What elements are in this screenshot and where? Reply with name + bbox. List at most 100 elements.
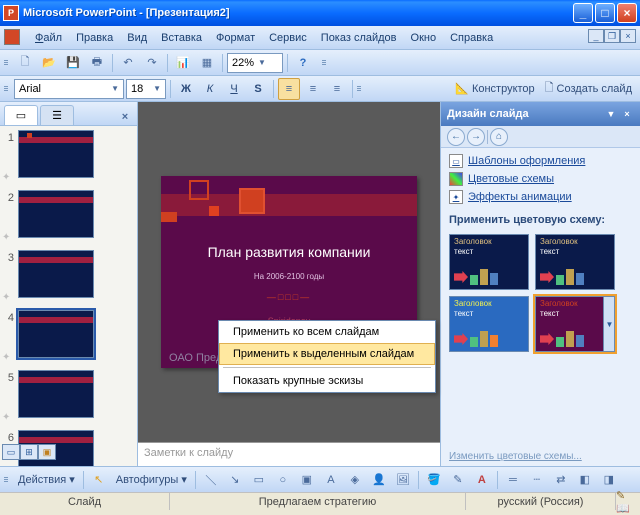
normal-view-button[interactable]: ▭ (2, 444, 20, 460)
italic-button[interactable]: К (199, 78, 221, 100)
slide-subtitle[interactable]: На 2006-2100 годы (161, 272, 417, 281)
scheme-dropdown-icon[interactable]: ▼ (603, 297, 615, 351)
wordart-icon[interactable]: A (320, 469, 342, 491)
color-scheme-1[interactable]: Заголовоктекст (449, 234, 529, 290)
pointer-icon[interactable]: ↖ (88, 469, 110, 491)
toolbar-handle-2[interactable] (322, 53, 328, 73)
color-scheme-2[interactable]: Заголовоктекст (535, 234, 615, 290)
notes-pane[interactable]: Заметки к слайду (138, 442, 440, 466)
actions-menu[interactable]: Действия ▾ (14, 469, 79, 491)
menu-tools[interactable]: Сервис (262, 29, 314, 47)
zoom-combo[interactable]: 22%▼ (227, 53, 283, 73)
toolbar-handle-3[interactable] (4, 79, 10, 99)
maximize-button[interactable]: □ (595, 3, 615, 23)
dash-style-icon[interactable]: ┄ (526, 469, 548, 491)
align-left-button[interactable]: ≡ (278, 78, 300, 100)
taskpane-close-button[interactable]: × (620, 107, 634, 121)
view-buttons: ▭ ⊞ ▣ (2, 444, 56, 460)
new-slide-button[interactable]: 🗋 Создать слайд (541, 78, 636, 100)
thumb-number: 1 (2, 130, 14, 144)
font-color-icon[interactable]: A (471, 469, 493, 491)
table-icon[interactable]: ▦ (196, 52, 218, 74)
print-icon[interactable]: 🖶 (86, 52, 108, 74)
outline-tab[interactable]: ☰ (40, 105, 74, 125)
doc-close-button[interactable]: × (620, 29, 636, 43)
close-button[interactable]: × (617, 3, 637, 23)
doc-icon[interactable] (4, 29, 20, 45)
slide-thumb-3[interactable] (18, 250, 94, 298)
menu-insert[interactable]: Вставка (154, 29, 209, 47)
shadow-button[interactable]: S (247, 78, 269, 100)
fill-color-icon[interactable]: 🪣 (423, 469, 445, 491)
menu-large-thumbs[interactable]: Показать крупные эскизы (219, 370, 435, 392)
oval-icon[interactable]: ○ (272, 469, 294, 491)
rectangle-icon[interactable]: ▭ (248, 469, 270, 491)
menu-apply-selected[interactable]: Применить к выделенным слайдам (219, 343, 435, 365)
slide-thumb-1[interactable] (18, 130, 94, 178)
link-color-schemes[interactable]: Цветовые схемы (449, 172, 632, 186)
menu-apply-all[interactable]: Применить ко всем слайдам (219, 321, 435, 343)
toolbar-handle-4[interactable] (357, 79, 363, 99)
menu-help[interactable]: Справка (443, 29, 500, 47)
nav-back-button[interactable]: ← (447, 128, 465, 146)
slide-thumb-2[interactable] (18, 190, 94, 238)
save-icon[interactable]: 💾 (62, 52, 84, 74)
nav-forward-button[interactable]: → (467, 128, 485, 146)
thumbnail-list[interactable]: 1✦ 2✦ 3✦ 4✦ 5✦ 6✦ (0, 126, 137, 466)
toolbar-handle[interactable] (4, 53, 10, 73)
standard-toolbar: 🗋 📂 💾 🖶 ↶ ↷ 📊 ▦ 22%▼ ? (0, 50, 640, 76)
slide-title[interactable]: План развития компании (161, 244, 417, 260)
sorter-view-button[interactable]: ⊞ (20, 444, 38, 460)
bold-button[interactable]: Ж (175, 78, 197, 100)
align-center-button[interactable]: ≡ (302, 78, 324, 100)
thumb-close-button[interactable]: × (117, 109, 133, 125)
slide-thumb-4[interactable] (18, 310, 94, 358)
link-templates[interactable]: ▭Шаблоны оформления (449, 154, 632, 168)
underline-button[interactable]: Ч (223, 78, 245, 100)
color-scheme-4[interactable]: Заголовоктекст▼ (535, 296, 615, 352)
new-icon[interactable]: 🗋 (14, 52, 36, 74)
animation-icon: ✦ (2, 352, 14, 364)
line-color-icon[interactable]: ✎ (447, 469, 469, 491)
menu-file[interactable]: Файл (28, 29, 69, 47)
edit-schemes-link[interactable]: Изменить цветовые схемы... (449, 451, 582, 462)
arrow-icon[interactable]: ↘ (224, 469, 246, 491)
toolbar-handle-5[interactable] (4, 470, 10, 490)
line-style-icon[interactable]: ═ (502, 469, 524, 491)
autoshapes-menu[interactable]: Автофигуры ▾ (112, 469, 191, 491)
color-scheme-3[interactable]: Заголовоктекст (449, 296, 529, 352)
nav-home-button[interactable]: ⌂ (490, 128, 508, 146)
link-animation-effects[interactable]: ✦Эффекты анимации (449, 190, 632, 204)
animation-icon: ✦ (2, 292, 14, 304)
minimize-button[interactable]: _ (573, 3, 593, 23)
3d-style-icon[interactable]: ◨ (598, 469, 620, 491)
help-icon[interactable]: ? (292, 52, 314, 74)
menu-window[interactable]: Окно (404, 29, 444, 47)
menu-view[interactable]: Вид (120, 29, 154, 47)
menu-slideshow[interactable]: Показ слайдов (314, 29, 404, 47)
diagram-icon[interactable]: ◈ (344, 469, 366, 491)
open-icon[interactable]: 📂 (38, 52, 60, 74)
slides-tab[interactable]: ▭ (4, 105, 38, 125)
spellcheck-icon[interactable]: ✎📖 (616, 495, 634, 509)
taskpane-dropdown-icon[interactable]: ▼ (604, 107, 618, 121)
shadow-style-icon[interactable]: ◧ (574, 469, 596, 491)
textbox-icon[interactable]: ▣ (296, 469, 318, 491)
arrow-style-icon[interactable]: ⇄ (550, 469, 572, 491)
menu-format[interactable]: Формат (209, 29, 262, 47)
doc-restore-button[interactable]: ❐ (604, 29, 620, 43)
font-combo[interactable]: Arial▼ (14, 79, 124, 99)
slideshow-view-button[interactable]: ▣ (38, 444, 56, 460)
slide-thumb-5[interactable] (18, 370, 94, 418)
fontsize-combo[interactable]: 18▼ (126, 79, 166, 99)
chart-icon[interactable]: 📊 (172, 52, 194, 74)
doc-minimize-button[interactable]: _ (588, 29, 604, 43)
line-icon[interactable]: ＼ (200, 469, 222, 491)
align-right-button[interactable]: ≡ (326, 78, 348, 100)
clipart-icon[interactable]: 👤 (368, 469, 390, 491)
menu-edit[interactable]: Правка (69, 29, 120, 47)
picture-icon[interactable]: 🖼 (392, 469, 414, 491)
redo-icon[interactable]: ↷ (141, 52, 163, 74)
designer-button[interactable]: 📐 Конструктор (451, 78, 538, 100)
undo-icon[interactable]: ↶ (117, 52, 139, 74)
